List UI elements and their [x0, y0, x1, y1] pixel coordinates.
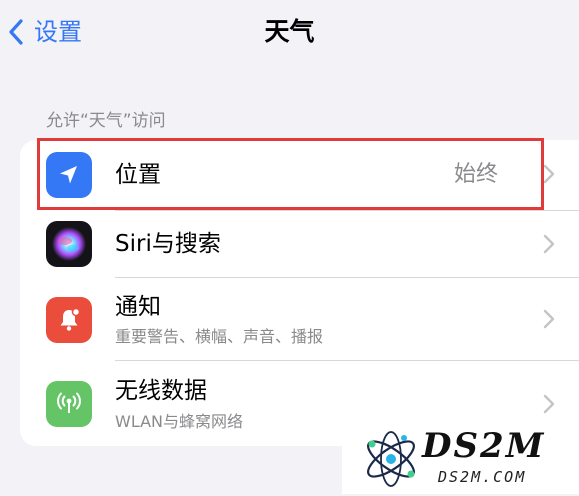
row-subtitle: 重要警告、横幅、声音、播报	[115, 327, 324, 346]
chevron-right-icon	[543, 394, 555, 418]
row-location[interactable]: 位置 始终	[20, 140, 579, 210]
watermark: DS2M DS2M.COM	[342, 424, 579, 494]
row-siri-search[interactable]: Siri与搜索	[20, 211, 579, 277]
watermark-name: DS2M	[422, 426, 546, 466]
watermark-url: DS2M.COM	[438, 468, 527, 486]
bell-icon	[46, 297, 92, 343]
row-title: Siri与搜索	[115, 231, 221, 257]
permissions-group: 位置 始终 Siri与搜索 通知 重要警告、横幅、声音、播报 无线数据 WLAN…	[20, 140, 579, 446]
atom-logo-icon	[360, 426, 422, 496]
chevron-right-icon	[543, 234, 555, 258]
row-subtitle: WLAN与蜂窝网络	[115, 412, 244, 431]
antenna-icon	[46, 381, 92, 427]
chevron-right-icon	[543, 309, 555, 333]
page-title: 天气	[264, 17, 315, 46]
section-header: 允许“天气”访问	[46, 111, 166, 131]
row-notifications[interactable]: 通知 重要警告、横幅、声音、播报	[20, 278, 579, 360]
row-title: 无线数据	[115, 378, 207, 404]
location-arrow-icon	[46, 152, 92, 198]
row-value: 始终	[453, 162, 498, 187]
siri-icon	[46, 221, 92, 267]
navigation-bar: 设置 天气	[0, 0, 579, 66]
row-title: 通知	[115, 294, 161, 320]
chevron-right-icon	[543, 164, 555, 188]
row-title: 位置	[115, 162, 161, 188]
